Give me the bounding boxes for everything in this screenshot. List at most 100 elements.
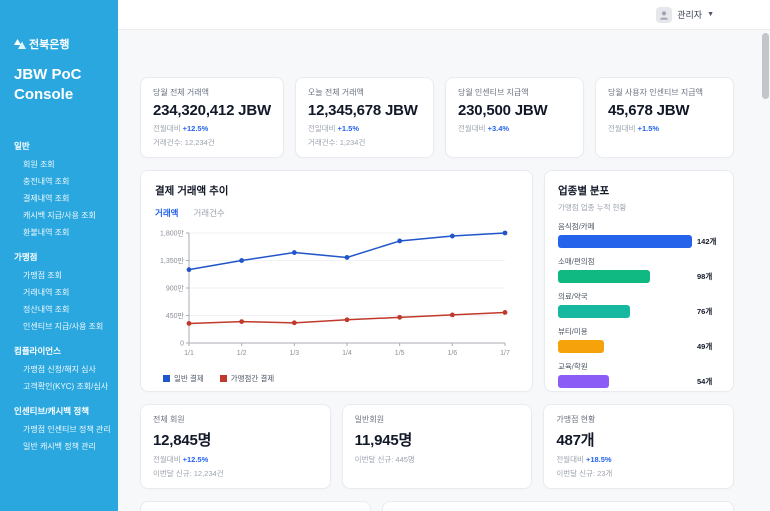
bar-value-label: 76개	[697, 306, 712, 317]
delta-label: 전월대비	[458, 124, 486, 133]
chevron-down-icon: ▼	[707, 11, 714, 18]
tab-active[interactable]: 거래액	[155, 207, 178, 221]
sidebar-item[interactable]: 정산내역 조회	[23, 304, 110, 315]
delta-value: +1.5%	[338, 124, 359, 133]
sidebar-item[interactable]: 충전내역 조회	[23, 176, 110, 187]
sidebar-item[interactable]: 회원 조회	[23, 159, 110, 170]
sidebar-item[interactable]: 캐시백 지급/사용 조회	[23, 210, 110, 221]
kpi-card: 당월 사용자 인센티브 지급액45,678 JBW전월대비+1.5%	[595, 77, 734, 158]
bar-track	[558, 375, 692, 388]
member-row: 전체 회원12,845명전월대비+12.5%이번달 신규: 12,234건일반회…	[140, 404, 734, 489]
svg-text:1/5: 1/5	[395, 350, 405, 357]
industry-bars: 음식점/카페142개소매/편의점98개의료/약국76개뷰티/미용49개교육/학원…	[558, 221, 720, 388]
sidebar-item[interactable]: 고객확인(KYC) 조회/심사	[23, 381, 110, 392]
delta-value: +12.5%	[183, 124, 209, 133]
kpi-card-delta: 전일대비+1.5%	[308, 123, 421, 134]
legend-swatch	[220, 375, 227, 382]
svg-text:1/4: 1/4	[342, 350, 352, 357]
svg-text:1/2: 1/2	[237, 350, 247, 357]
nav-section-label: 일반	[14, 140, 110, 152]
svg-text:1/7: 1/7	[500, 350, 510, 357]
legend-item: 가맹점간 결제	[220, 373, 274, 384]
bar-category-label: 의료/약국	[558, 291, 720, 302]
kpi-card-label: 당월 인센티브 지급액	[458, 87, 571, 98]
bank-logo-icon	[14, 39, 26, 49]
scrollbar[interactable]	[762, 31, 769, 511]
kpi-card-sub: 거래건수: 12,234건	[153, 137, 271, 148]
bar-row: 음식점/카페142개	[558, 221, 720, 248]
svg-text:1/1: 1/1	[184, 350, 194, 357]
svg-text:1,350만: 1,350만	[160, 256, 185, 265]
sidebar-item[interactable]: 거래내역 조회	[23, 287, 110, 298]
trend-line-chart: 0450만900만1,350만1,800만1/11/21/31/41/51/61…	[155, 223, 515, 363]
user-label: 관리자	[677, 8, 702, 21]
tab-inactive[interactable]: 거래건수	[193, 207, 224, 221]
sidebar-item[interactable]: 환불내역 조회	[23, 227, 110, 238]
charts-row: 결제 거래액 추이 거래액거래건수 0450만900만1,350만1,800만1…	[140, 170, 734, 392]
delta-label: 전일대비	[308, 124, 336, 133]
kpi-card-label: 당월 사용자 인센티브 지급액	[608, 87, 721, 98]
bar-track	[558, 340, 692, 353]
kpi-card: 오늘 전체 거래액12,345,678 JBW전일대비+1.5%거래건수: 1,…	[295, 77, 434, 158]
main-content: 당월 전체 거래액234,320,412 JBW전월대비+12.5%거래건수: …	[118, 30, 770, 511]
kpi-card: 일반회원 11,945명이번달 신규: 445명	[342, 404, 533, 489]
nav-section: 컴플라이언스가맹점 신청/해지 심사고객확인(KYC) 조회/심사	[14, 345, 110, 392]
sidebar-item[interactable]: 인센티브 지급/사용 조회	[23, 321, 110, 332]
kpi-card-label: 오늘 전체 거래액	[308, 87, 421, 98]
nav-section-label: 가맹점	[14, 251, 110, 263]
scrollbar-thumb[interactable]	[762, 33, 769, 99]
kpi-card-label: 일반회원	[355, 414, 520, 425]
sidebar-item[interactable]: 결제내역 조회	[23, 193, 110, 204]
user-menu[interactable]: 관리자 ▼	[656, 7, 714, 23]
dist-title: 업종별 분포	[558, 183, 720, 198]
kpi-card-sub: 이번달 신규: 12,234건	[153, 468, 318, 479]
bar	[558, 270, 650, 283]
svg-text:1,800만: 1,800만	[160, 229, 185, 238]
nav-section-label: 인센티브/캐시백 정책	[14, 405, 110, 417]
bar-track	[558, 305, 692, 318]
svg-text:0: 0	[180, 341, 184, 348]
industry-dist-panel: 업종별 분포 가맹점 업종 누적 현황 음식점/카페142개소매/편의점98개의…	[544, 170, 734, 392]
kpi-card-value: 234,320,412 JBW	[153, 102, 271, 119]
delta-label: 전월대비	[153, 124, 181, 133]
kpi-card: 당월 인센티브 지급액 230,500 JBW 전월대비+3.4%	[445, 77, 584, 158]
bar-value-label: 142개	[697, 236, 716, 247]
nav-section: 인센티브/캐시백 정책가맹점 인센티브 정책 관리일반 캐시백 정책 관리	[14, 405, 110, 452]
legend-label: 일반 결제	[174, 373, 204, 384]
kpi-card-sub: 거래건수: 1,234건	[308, 137, 421, 148]
bar-value-label: 54개	[697, 376, 712, 387]
sidebar-item[interactable]: 가맹점 조회	[23, 270, 110, 281]
payment-trend-panel: 결제 거래액 추이 거래액거래건수 0450만900만1,350만1,800만1…	[140, 170, 533, 392]
trend-tabs: 거래액 거래건수	[155, 207, 518, 221]
legend-swatch	[163, 375, 170, 382]
sidebar-item[interactable]: 가맹점 신청/해지 심사	[23, 364, 110, 375]
kpi-card-value: 11,945명	[355, 429, 520, 450]
bar-line: 76개	[558, 305, 720, 318]
kpi-card: 전체 회원12,845명전월대비+12.5%이번달 신규: 12,234건	[140, 404, 331, 489]
delta-value: +12.5%	[183, 455, 209, 464]
bottom-row: 일별 신규 가입 285명 이번달 신규: 23명 가맹점신규 900개 이번달…	[140, 501, 734, 511]
svg-text:1/3: 1/3	[289, 350, 299, 357]
kpi-card-sub: 이번달 신규: 445명	[355, 454, 520, 465]
bar	[558, 235, 692, 248]
sidebar-item[interactable]: 일반 캐시백 정책 관리	[23, 441, 110, 452]
svg-text:1/6: 1/6	[447, 350, 457, 357]
kpi-card-sub: 이번달 신규: 23개	[556, 468, 721, 479]
kpi-top-row: 당월 전체 거래액234,320,412 JBW전월대비+12.5%거래건수: …	[140, 77, 734, 158]
kpi-card-value: 230,500 JBW	[458, 102, 571, 119]
bank-logo-text: 전북은행	[29, 36, 69, 52]
kpi-card: 가맹점 현황487개전월대비+18.5%이번달 신규: 23개	[543, 404, 734, 489]
kpi-card: 당월 전체 거래액234,320,412 JBW전월대비+12.5%거래건수: …	[140, 77, 284, 158]
bar-value-label: 49개	[697, 341, 712, 352]
bar-row: 소매/편의점98개	[558, 256, 720, 283]
bar-category-label: 교육/학원	[558, 361, 720, 372]
kpi-card-value: 487개	[556, 429, 721, 450]
kpi-card-delta: 전월대비+12.5%	[153, 123, 271, 134]
kpi-card-delta: 전월대비+18.5%	[556, 454, 721, 465]
kpi-card-delta: 전월대비+1.5%	[608, 123, 721, 134]
bar-line: 142개	[558, 235, 720, 248]
bar-value-label: 98개	[697, 271, 712, 282]
delta-value: +3.4%	[488, 124, 509, 133]
trend-title: 결제 거래액 추이	[155, 183, 518, 198]
sidebar-item[interactable]: 가맹점 인센티브 정책 관리	[23, 424, 110, 435]
